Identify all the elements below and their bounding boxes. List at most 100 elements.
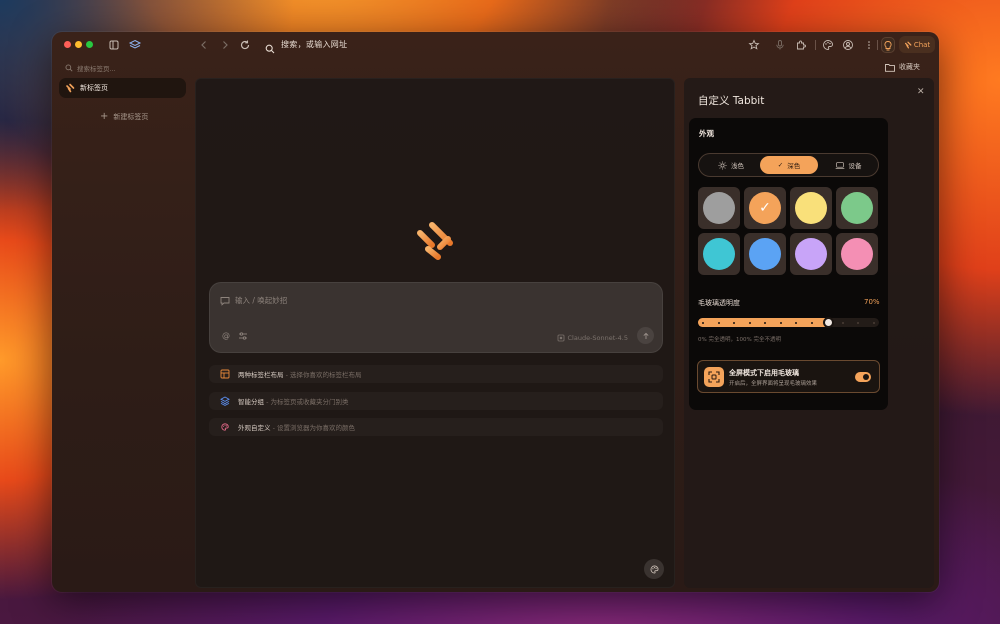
palette-icon [650, 565, 658, 573]
swatch-orange[interactable]: ✓ [744, 187, 786, 229]
swatch-gray[interactable] [698, 187, 740, 229]
microphone-icon[interactable] [773, 38, 787, 52]
tabbit-icon [66, 83, 75, 93]
slider-tick [873, 321, 875, 324]
tabbit-logo-icon [414, 219, 458, 263]
extensions-icon[interactable] [794, 38, 808, 52]
send-button[interactable] [637, 327, 654, 344]
theme-mode-label: 深色 [787, 162, 801, 170]
customize-button[interactable] [644, 559, 664, 579]
customize-panel: 自定义 Tabbit ✕ 外观 浅色 ✓ 深色 设备 ✓ 毛玻璃透明度 70% … [684, 78, 934, 588]
layers-icon[interactable] [128, 38, 142, 52]
suggestion-title: 两种标签栏布局 [238, 371, 284, 379]
color-swatch [749, 238, 781, 270]
model-selector[interactable]: Claude-Sonnet-4.5 [557, 334, 628, 342]
fullscreen-glass-toggle[interactable] [855, 372, 871, 382]
color-swatch: ✓ [749, 192, 781, 224]
glass-opacity-slider[interactable] [698, 317, 879, 328]
fullscreen-glass-desc: 开启后，全屏界面将呈现毛玻璃效果 [729, 381, 818, 387]
ai-composer[interactable]: 输入 / 唤起妙招 @ Claude-Sonnet-4.5 [209, 282, 663, 353]
slider-handle[interactable] [823, 317, 834, 328]
color-swatch [795, 192, 827, 224]
forward-icon[interactable] [218, 38, 232, 52]
slider-tick [733, 321, 736, 324]
suggestion-desc: - 为标签页或收藏夹分门别类 [266, 398, 349, 406]
panel-title: 自定义 Tabbit [698, 95, 765, 107]
swatch-blue[interactable] [744, 233, 786, 275]
glass-opacity-hint: 0% 完全透明，100% 完全不透明 [698, 337, 781, 343]
address-bar[interactable]: 搜索，或输入网址 [281, 39, 347, 50]
slider-tick [779, 321, 782, 324]
fullscreen-glass-setting: 全屏模式下启用毛玻璃 开启后，全屏界面将呈现毛玻璃效果 [697, 360, 880, 393]
toolbar-divider [877, 40, 878, 50]
chat-button-label: Chat [913, 40, 931, 49]
palette-icon[interactable] [821, 38, 835, 52]
chat-button[interactable]: Chat [899, 36, 935, 53]
back-icon[interactable] [197, 38, 211, 52]
swatch-green[interactable] [836, 187, 878, 229]
lightbulb-icon [884, 41, 892, 51]
theme-mode-segmented: 浅色 ✓ 深色 设备 [698, 153, 879, 177]
close-window-button[interactable] [64, 41, 71, 48]
theme-mode-label: 设备 [848, 162, 862, 170]
bookmarks-label: 收藏夹 [899, 63, 920, 71]
swatch-pink[interactable] [836, 233, 878, 275]
chip-icon [557, 334, 564, 342]
color-swatch [841, 192, 873, 224]
slider-tick [810, 321, 813, 324]
sidebar-tab-new-tab[interactable]: 新标签页 [59, 78, 186, 98]
swatch-teal[interactable] [698, 233, 740, 275]
more-menu-icon[interactable] [862, 38, 876, 52]
glass-opacity-value: 70% [864, 298, 880, 306]
suggestion-title: 智能分组 [238, 398, 264, 406]
lightbulb-button[interactable] [881, 37, 895, 53]
fullscreen-glass-title: 全屏模式下启用毛玻璃 [729, 369, 799, 377]
fullscreen-glass-icon [704, 367, 724, 387]
maximize-window-button[interactable] [86, 41, 93, 48]
search-icon [265, 39, 275, 58]
slider-tick [717, 321, 720, 324]
new-tab-button[interactable]: + 新建标签页 [100, 111, 148, 122]
composer-placeholder: 输入 / 唤起妙招 [235, 296, 288, 305]
suggestion-desc: - 设置浏览器为你喜欢的颜色 [272, 424, 355, 432]
close-icon[interactable]: ✕ [917, 87, 925, 97]
suggestion-smart-group[interactable]: 智能分组 - 为标签页或收藏夹分门别类 [209, 392, 663, 410]
new-tab-page: 输入 / 唤起妙招 @ Claude-Sonnet-4.5 两种标签栏布局 - … [195, 78, 675, 588]
minimize-window-button[interactable] [75, 41, 82, 48]
theme-mode-light[interactable]: 浅色 [703, 156, 759, 174]
reload-icon[interactable] [238, 38, 252, 52]
color-swatch [841, 238, 873, 270]
mention-icon[interactable]: @ [222, 331, 230, 341]
toolbar: 搜索，或输入网址 Chat [52, 32, 939, 58]
browser-window: 搜索，或输入网址 Chat 收藏夹 搜索标签页... 新标签页 + 新建标签页 … [52, 32, 939, 592]
slider-tick [795, 321, 798, 324]
swatch-yellow[interactable] [790, 187, 832, 229]
suggestion-appearance[interactable]: 外观自定义 - 设置浏览器为你喜欢的颜色 [209, 418, 663, 436]
plus-icon: + [100, 111, 109, 122]
slider-tick [764, 321, 767, 324]
theme-mode-device[interactable]: 设备 [820, 156, 876, 174]
slider-tick [857, 321, 860, 324]
layers-icon [220, 396, 230, 406]
tab-title: 新标签页 [80, 84, 108, 92]
profile-icon[interactable] [841, 38, 855, 52]
sun-icon [718, 160, 727, 170]
swatch-purple[interactable] [790, 233, 832, 275]
suggestion-tab-layout[interactable]: 两种标签栏布局 - 选择你喜欢的标签栏布局 [209, 365, 663, 383]
theme-mode-dark[interactable]: ✓ 深色 [760, 156, 818, 174]
star-icon[interactable] [747, 38, 761, 52]
arrow-up-icon [642, 332, 649, 339]
settings-sliders-icon[interactable] [238, 331, 248, 341]
sidebar-toggle-icon[interactable] [107, 38, 121, 52]
bookmarks-button[interactable]: 收藏夹 [885, 62, 920, 72]
color-swatch [795, 238, 827, 270]
toolbar-divider [815, 40, 816, 50]
toggle-knob [863, 374, 869, 380]
tab-search-input[interactable]: 搜索标签页... [60, 60, 186, 75]
tab-search-placeholder: 搜索标签页... [77, 64, 116, 73]
layout-icon [220, 369, 230, 379]
palette-icon [221, 423, 229, 431]
glass-opacity-label: 毛玻璃透明度 [698, 299, 740, 307]
appearance-title: 外观 [699, 129, 714, 138]
slider-tick [702, 321, 704, 324]
